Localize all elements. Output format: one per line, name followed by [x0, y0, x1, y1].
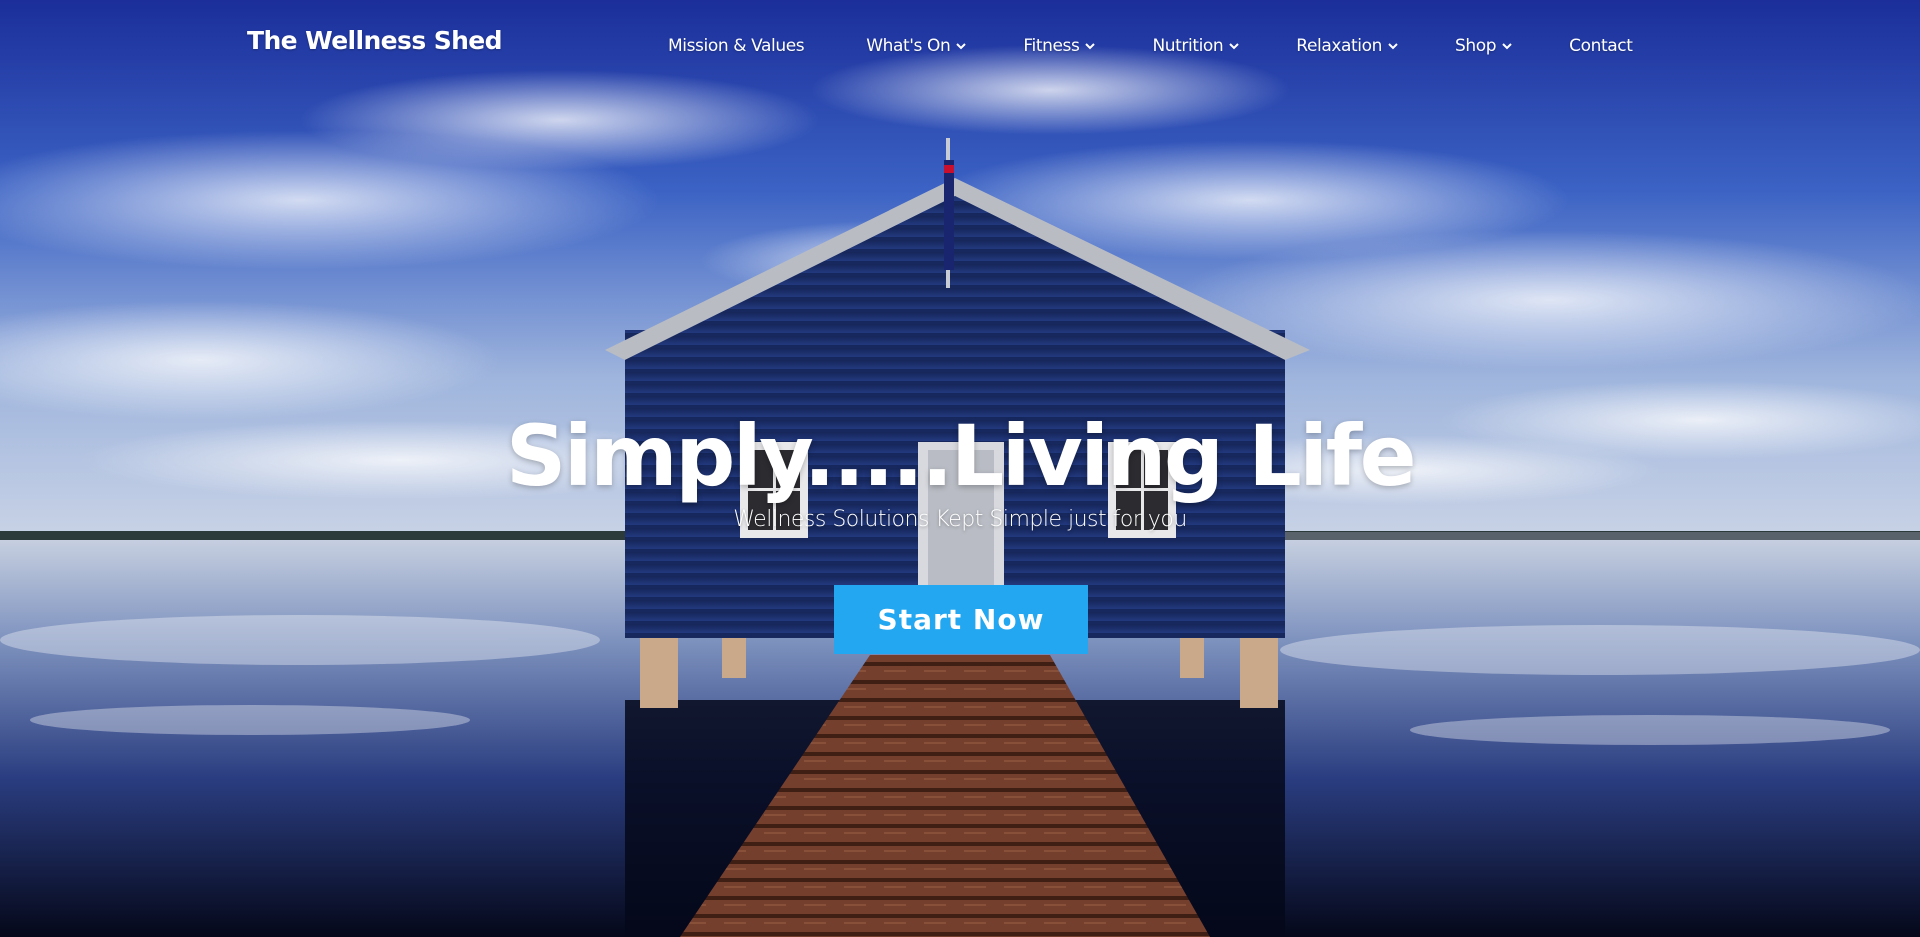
chevron-down-icon [1228, 41, 1240, 51]
nav-item-relaxation[interactable]: Relaxation [1296, 36, 1399, 56]
nav-item-mission-values[interactable]: Mission & Values [668, 36, 805, 56]
site-logo[interactable]: The Wellness Shed [247, 26, 503, 55]
nav-item-label: Nutrition [1152, 36, 1224, 56]
nav-item-label: Shop [1455, 36, 1497, 56]
nav-item-label: Fitness [1023, 36, 1080, 56]
nav-item-whats-on[interactable]: What's On [866, 36, 967, 56]
nav-item-contact[interactable]: Contact [1569, 36, 1633, 56]
nav-item-label: Mission & Values [668, 36, 805, 56]
hero-title: Simply.....Living Life [505, 407, 1417, 505]
nav-item-nutrition[interactable]: Nutrition [1152, 36, 1240, 56]
nav-item-label: Contact [1569, 36, 1633, 56]
nav-item-label: Relaxation [1296, 36, 1382, 56]
chevron-down-icon [1084, 41, 1096, 51]
nav-item-fitness[interactable]: Fitness [1023, 36, 1096, 56]
chevron-down-icon [1501, 41, 1513, 51]
main-nav: Mission & Values What's On Fitness Nutri… [668, 34, 1633, 58]
hero-section: The Wellness Shed Mission & Values What'… [0, 0, 1920, 937]
site-header: The Wellness Shed Mission & Values What'… [0, 0, 1920, 90]
start-now-button[interactable]: Start Now [834, 585, 1088, 654]
hero-subtitle: Wellness Solutions Kept Simple just for … [733, 507, 1187, 532]
nav-item-label: What's On [866, 36, 951, 56]
nav-item-shop[interactable]: Shop [1455, 36, 1513, 56]
chevron-down-icon [1387, 41, 1399, 51]
chevron-down-icon [955, 41, 967, 51]
